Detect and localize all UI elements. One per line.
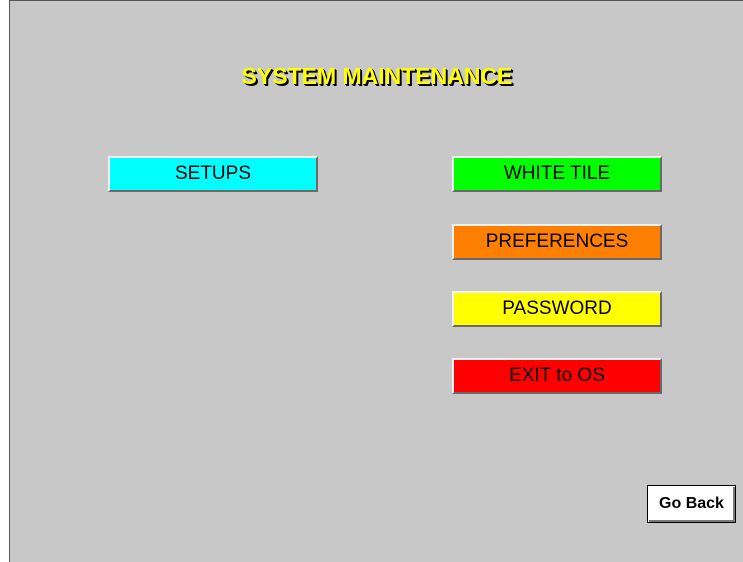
preferences-button[interactable]: PREFERENCES (452, 224, 662, 260)
maintenance-screen: SYSTEM MAINTENANCE SETUPS WHITE TILE PRE… (9, 0, 743, 562)
go-back-button[interactable]: Go Back (647, 485, 736, 523)
password-button[interactable]: PASSWORD (452, 291, 662, 327)
page-title: SYSTEM MAINTENANCE (241, 63, 513, 89)
exit-to-os-button[interactable]: EXIT to OS (452, 358, 662, 394)
setups-button[interactable]: SETUPS (108, 156, 318, 192)
white-tile-button[interactable]: WHITE TILE (452, 156, 662, 192)
